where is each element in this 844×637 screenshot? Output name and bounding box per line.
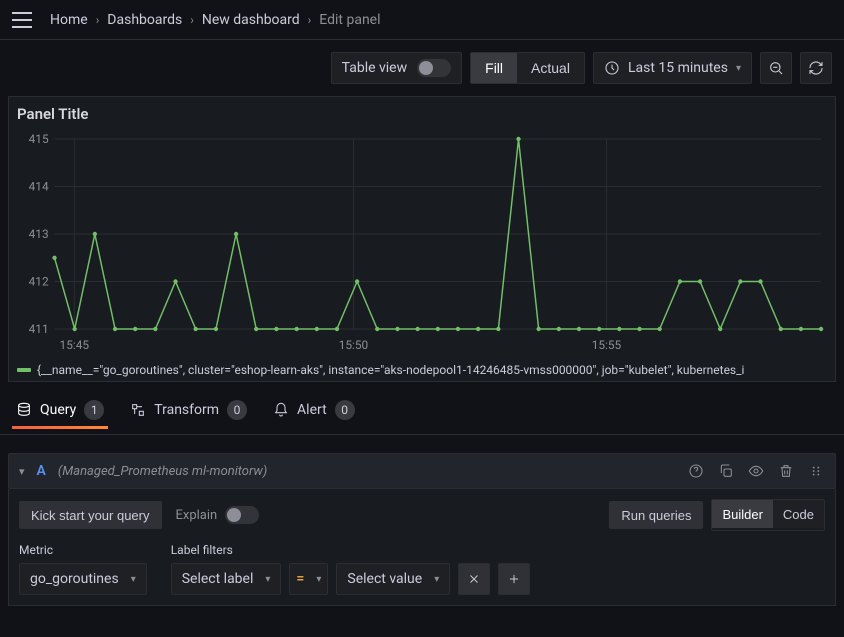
chevron-right-icon: › <box>190 13 194 27</box>
help-button[interactable] <box>687 462 705 480</box>
breadcrumb: Home › Dashboards › New dashboard › Edit… <box>50 12 381 28</box>
operator-select[interactable]: = ▾ <box>289 563 328 595</box>
panel-toolbar: Table view Fill Actual Last 15 minutes ▾ <box>0 40 844 96</box>
zoom-out-button[interactable] <box>760 52 792 84</box>
svg-text:411: 411 <box>29 322 49 336</box>
panel-title: Panel Title <box>17 105 827 123</box>
fit-mode-segment: Fill Actual <box>470 52 585 84</box>
database-icon <box>16 402 32 418</box>
switch-off-icon[interactable] <box>417 59 451 77</box>
top-header: Home › Dashboards › New dashboard › Edit… <box>0 0 844 40</box>
editor-mode-segment: Builder Code <box>711 499 825 531</box>
trash-icon <box>778 463 794 479</box>
crumb-dashboards[interactable]: Dashboards <box>107 12 182 28</box>
chevron-down-icon: ▾ <box>265 574 270 585</box>
query-toolbar: Kick start your query Explain Run querie… <box>19 499 825 531</box>
time-range-label: Last 15 minutes <box>628 60 728 76</box>
chevron-down-icon: ▾ <box>316 574 321 585</box>
tab-query-label: Query <box>40 402 76 418</box>
chevron-down-icon: ▾ <box>434 574 439 585</box>
metric-value: go_goroutines <box>30 571 119 587</box>
close-icon <box>467 572 481 586</box>
kick-start-button[interactable]: Kick start your query <box>19 501 162 529</box>
query-row-body: Kick start your query Explain Run querie… <box>8 489 836 606</box>
metric-field-label: Metric <box>19 543 147 557</box>
fill-button[interactable]: Fill <box>471 53 517 83</box>
run-queries-button[interactable]: Run queries <box>609 501 703 529</box>
metric-select[interactable]: go_goroutines ▾ <box>19 563 147 595</box>
explain-toggle[interactable]: Explain <box>176 506 260 524</box>
refresh-button[interactable] <box>800 52 832 84</box>
collapse-toggle[interactable]: ▾ <box>19 465 25 478</box>
tab-alert[interactable]: Alert 0 <box>273 400 355 428</box>
legend-swatch <box>17 368 31 372</box>
grip-icon <box>809 464 823 478</box>
explain-label: Explain <box>176 508 218 523</box>
refresh-icon <box>808 60 824 76</box>
bell-icon <box>273 402 289 418</box>
remove-filter-button[interactable] <box>458 563 490 595</box>
label-filters-field: Label filters Select label ▾ = ▾ Select … <box>171 543 531 595</box>
label-select[interactable]: Select label ▾ <box>171 563 282 595</box>
chevron-down-icon: ▾ <box>131 574 136 585</box>
menu-icon[interactable] <box>12 12 32 28</box>
value-select[interactable]: Select value ▾ <box>336 563 450 595</box>
copy-icon <box>718 463 734 479</box>
add-filter-button[interactable] <box>498 563 530 595</box>
label-filters-label: Label filters <box>171 543 531 557</box>
drag-handle[interactable] <box>807 462 825 480</box>
value-placeholder: Select value <box>347 571 422 587</box>
chevron-right-icon: › <box>96 13 100 27</box>
table-view-label: Table view <box>342 60 408 76</box>
help-icon <box>688 463 704 479</box>
tab-query-count: 1 <box>84 400 104 420</box>
query-ref-id[interactable]: A <box>37 463 46 479</box>
legend[interactable]: {__name__="go_goroutines", cluster="esho… <box>17 363 827 377</box>
chevron-down-icon: ▾ <box>736 63 741 74</box>
svg-text:412: 412 <box>29 274 49 288</box>
query-editor: ▾ A (Managed_Prometheus ml-monitorw) Kic… <box>0 435 844 614</box>
crumb-home[interactable]: Home <box>50 12 88 28</box>
tab-transform-label: Transform <box>154 402 219 418</box>
svg-text:415: 415 <box>29 132 49 146</box>
zoom-out-icon <box>768 60 784 76</box>
crumb-edit-panel: Edit panel <box>319 12 380 28</box>
operator-value: = <box>296 571 304 587</box>
eye-icon <box>748 463 764 479</box>
tab-transform[interactable]: Transform 0 <box>130 400 247 428</box>
svg-text:15:45: 15:45 <box>60 338 90 352</box>
switch-off-icon[interactable] <box>225 506 259 524</box>
query-builder-row: Metric go_goroutines ▾ Label filters Sel… <box>19 543 825 595</box>
metric-field: Metric go_goroutines ▾ <box>19 543 147 595</box>
tab-query[interactable]: Query 1 <box>16 400 104 428</box>
chart[interactable]: 411 412 413 414 415 15:45 15:50 15:55 <box>17 129 827 359</box>
delete-button[interactable] <box>777 462 795 480</box>
duplicate-button[interactable] <box>717 462 735 480</box>
label-placeholder: Select label <box>182 571 254 587</box>
transform-icon <box>130 402 146 418</box>
toggle-visibility-button[interactable] <box>747 462 765 480</box>
crumb-new-dashboard[interactable]: New dashboard <box>202 12 300 28</box>
tab-transform-count: 0 <box>227 400 247 420</box>
table-view-toggle[interactable]: Table view <box>331 52 463 84</box>
code-mode-button[interactable]: Code <box>773 500 824 528</box>
svg-text:414: 414 <box>29 179 49 193</box>
svg-text:413: 413 <box>29 227 49 241</box>
query-datasource-label: (Managed_Prometheus ml-monitorw) <box>58 464 267 479</box>
clock-icon <box>604 60 620 76</box>
panel: Panel Title 411 412 413 414 415 15:45 15:50 15:… <box>8 96 836 382</box>
svg-text:15:55: 15:55 <box>592 338 622 352</box>
query-row-header: ▾ A (Managed_Prometheus ml-monitorw) <box>8 453 836 489</box>
chevron-right-icon: › <box>308 13 312 27</box>
tab-alert-label: Alert <box>297 402 327 418</box>
time-range-picker[interactable]: Last 15 minutes ▾ <box>593 52 752 84</box>
plus-icon <box>507 572 521 586</box>
svg-text:15:50: 15:50 <box>339 338 369 352</box>
tab-alert-count: 0 <box>335 400 355 420</box>
legend-label: {__name__="go_goroutines", cluster="esho… <box>37 363 744 377</box>
editor-tabs: Query 1 Transform 0 Alert 0 <box>0 382 844 435</box>
builder-mode-button[interactable]: Builder <box>712 500 772 528</box>
actual-button[interactable]: Actual <box>517 53 584 83</box>
